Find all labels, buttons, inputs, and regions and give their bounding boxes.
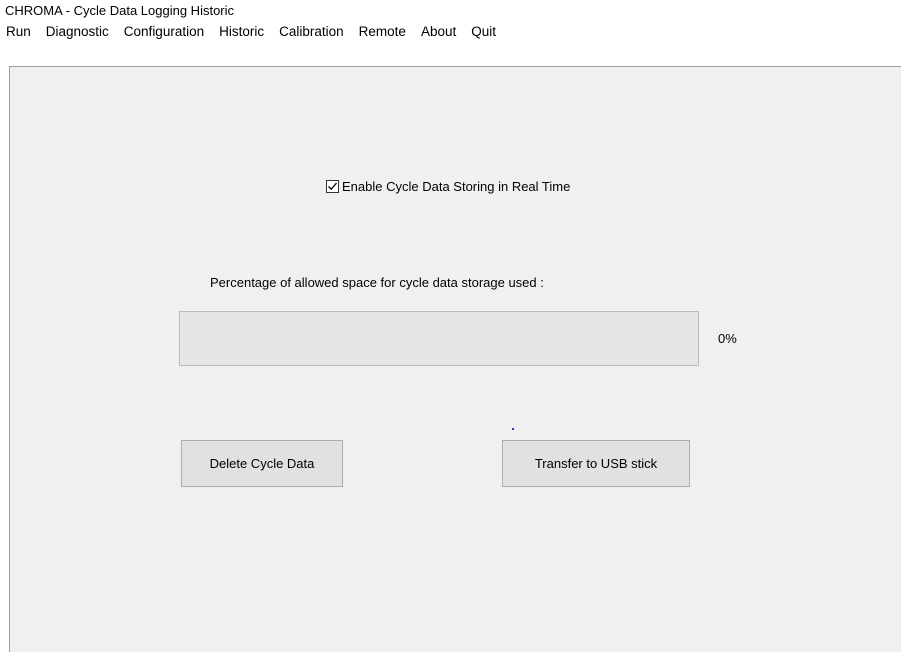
menu-item-quit[interactable]: Quit <box>464 22 504 41</box>
menu-item-remote[interactable]: Remote <box>352 22 414 41</box>
enable-storing-label: Enable Cycle Data Storing in Real Time <box>342 178 571 194</box>
menu-bar: Run Diagnostic Configuration Historic Ca… <box>0 19 504 43</box>
storage-usage-caption: Percentage of allowed space for cycle da… <box>210 275 544 290</box>
menu-item-run[interactable]: Run <box>5 22 39 41</box>
transfer-to-usb-button[interactable]: Transfer to USB stick <box>502 440 690 487</box>
window-title: CHROMA - Cycle Data Logging Historic <box>5 3 235 18</box>
menu-item-historic[interactable]: Historic <box>212 22 272 41</box>
storage-usage-progress-bar <box>179 311 699 366</box>
menu-item-configuration[interactable]: Configuration <box>117 22 212 41</box>
menu-item-calibration[interactable]: Calibration <box>272 22 352 41</box>
menu-item-about[interactable]: About <box>414 22 464 41</box>
storage-usage-percent: 0% <box>718 331 737 346</box>
enable-storing-checkbox-row[interactable]: Enable Cycle Data Storing in Real Time <box>326 177 570 195</box>
delete-cycle-data-button[interactable]: Delete Cycle Data <box>181 440 343 487</box>
cycle-data-panel: Enable Cycle Data Storing in Real Time P… <box>9 66 901 652</box>
menu-item-diagnostic[interactable]: Diagnostic <box>39 22 117 41</box>
checkmark-icon <box>328 182 337 190</box>
enable-storing-checkbox[interactable] <box>326 179 339 193</box>
focus-dot-marker <box>512 428 514 430</box>
